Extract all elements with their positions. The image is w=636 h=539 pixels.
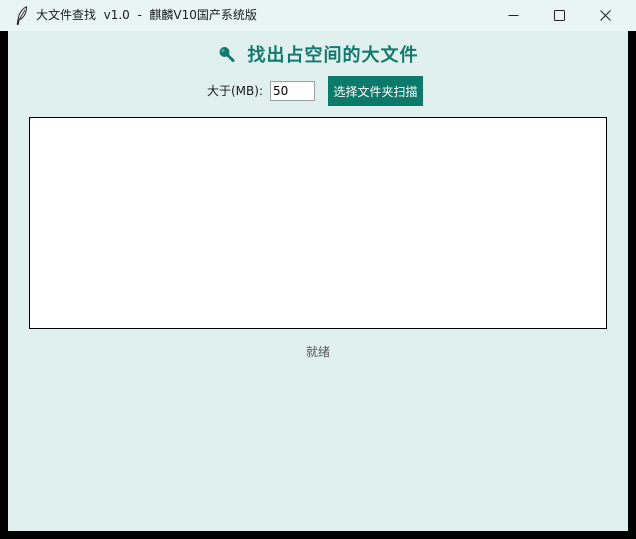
size-threshold-input[interactable] bbox=[270, 81, 315, 101]
size-threshold-label: 大于(MB): bbox=[207, 84, 263, 98]
title-bar[interactable]: 大文件查找 v1.0 - 麒麟V10国产系统版 bbox=[0, 0, 636, 31]
feather-icon bbox=[16, 6, 28, 25]
scan-controls: 大于(MB): 选择文件夹扫描 bbox=[8, 76, 628, 106]
select-folder-scan-button[interactable]: 选择文件夹扫描 bbox=[328, 76, 423, 106]
minimize-button[interactable] bbox=[490, 0, 536, 31]
maximize-icon bbox=[553, 10, 565, 21]
minimize-icon bbox=[508, 15, 518, 16]
page-title: 找出占空间的大文件 bbox=[247, 45, 419, 66]
close-button[interactable] bbox=[582, 0, 628, 31]
magnifier-icon bbox=[219, 47, 234, 62]
page-header: 找出占空间的大文件 bbox=[8, 41, 628, 67]
app-window: 大文件查找 v1.0 - 麒麟V10国产系统版 找出占空间的大文件 大于(MB)… bbox=[0, 0, 636, 539]
window-title: 大文件查找 v1.0 - 麒麟V10国产系统版 bbox=[36, 8, 257, 22]
maximize-button[interactable] bbox=[536, 0, 582, 31]
main-panel: 找出占空间的大文件 大于(MB): 选择文件夹扫描 就绪 bbox=[8, 31, 628, 531]
results-list[interactable] bbox=[29, 117, 607, 329]
status-text: 就绪 bbox=[305, 345, 330, 359]
close-icon bbox=[599, 10, 611, 21]
